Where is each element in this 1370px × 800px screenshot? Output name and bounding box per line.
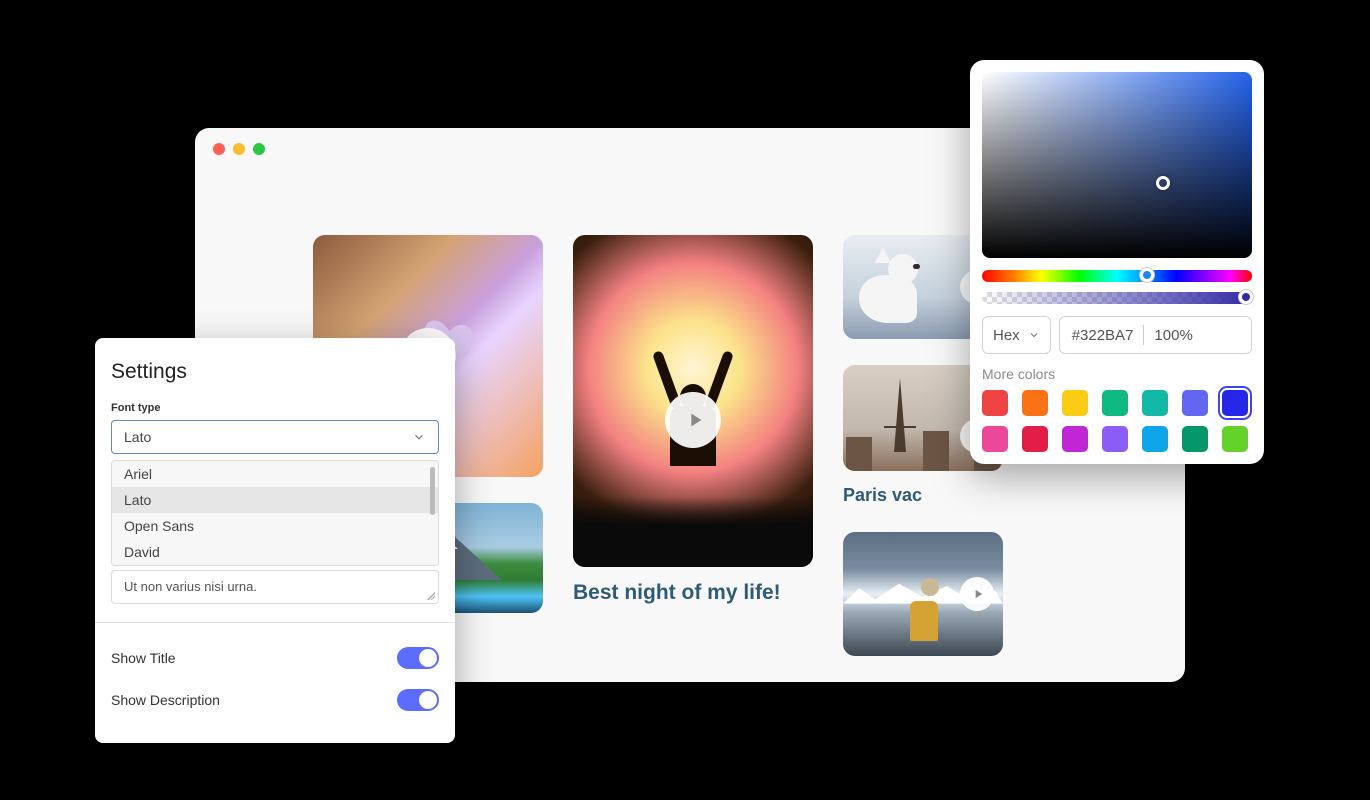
play-icon[interactable]: [665, 392, 721, 448]
show-title-toggle[interactable]: [397, 647, 439, 669]
play-icon[interactable]: [960, 577, 994, 611]
color-swatch[interactable]: [1142, 390, 1168, 416]
window-minimize-button[interactable]: [233, 143, 245, 155]
more-colors-label: More colors: [982, 366, 1252, 382]
color-swatch[interactable]: [1222, 426, 1248, 452]
video-card[interactable]: Best night of my life!: [573, 235, 813, 605]
color-picker-panel: Hex #322BA7 100% More colors: [970, 60, 1264, 464]
color-swatch[interactable]: [1182, 390, 1208, 416]
opacity-value: 100%: [1154, 327, 1192, 344]
color-swatch[interactable]: [1062, 390, 1088, 416]
scrollbar[interactable]: [430, 467, 435, 515]
show-title-label: Show Title: [111, 650, 176, 666]
font-select-value: Lato: [124, 429, 151, 445]
settings-title: Settings: [111, 360, 439, 384]
card-title: Paris vac: [843, 485, 1003, 506]
color-swatch[interactable]: [1182, 426, 1208, 452]
color-swatch[interactable]: [1062, 426, 1088, 452]
font-option[interactable]: Ariel: [112, 461, 438, 487]
alpha-handle[interactable]: [1238, 289, 1254, 305]
card-title: Best night of my life!: [573, 581, 813, 605]
saturation-brightness-picker[interactable]: [982, 72, 1252, 258]
alpha-slider[interactable]: [982, 292, 1252, 304]
description-textarea[interactable]: Ut non varius nisi urna.: [111, 570, 439, 604]
color-swatch[interactable]: [1022, 426, 1048, 452]
hue-handle[interactable]: [1139, 267, 1155, 283]
settings-panel: Settings Font type Lato Ariel Lato Open …: [95, 338, 455, 743]
swatch-grid: [982, 390, 1252, 452]
window-close-button[interactable]: [213, 143, 225, 155]
font-option[interactable]: David: [112, 539, 438, 565]
show-description-label: Show Description: [111, 692, 220, 708]
chevron-down-icon: [1028, 329, 1040, 341]
color-swatch[interactable]: [1102, 426, 1128, 452]
font-option[interactable]: Open Sans: [112, 513, 438, 539]
video-card[interactable]: [843, 532, 1003, 656]
color-swatch[interactable]: [1142, 426, 1168, 452]
font-select[interactable]: Lato: [111, 420, 439, 454]
font-option[interactable]: Lato: [112, 487, 438, 513]
separator: [1143, 325, 1144, 345]
font-type-label: Font type: [111, 402, 439, 414]
window-maximize-button[interactable]: [253, 143, 265, 155]
color-cursor[interactable]: [1156, 176, 1170, 190]
color-swatch[interactable]: [982, 426, 1008, 452]
font-dropdown-list: Ariel Lato Open Sans David: [111, 460, 439, 566]
chevron-down-icon: [412, 430, 426, 444]
color-swatch[interactable]: [1222, 390, 1248, 416]
hex-input[interactable]: #322BA7 100%: [1059, 316, 1252, 354]
hue-slider[interactable]: [982, 270, 1252, 282]
color-swatch[interactable]: [1022, 390, 1048, 416]
color-format-select[interactable]: Hex: [982, 316, 1051, 354]
color-swatch[interactable]: [982, 390, 1008, 416]
color-swatch[interactable]: [1102, 390, 1128, 416]
hex-value: #322BA7: [1072, 327, 1134, 344]
divider: [95, 622, 455, 623]
show-description-toggle[interactable]: [397, 689, 439, 711]
